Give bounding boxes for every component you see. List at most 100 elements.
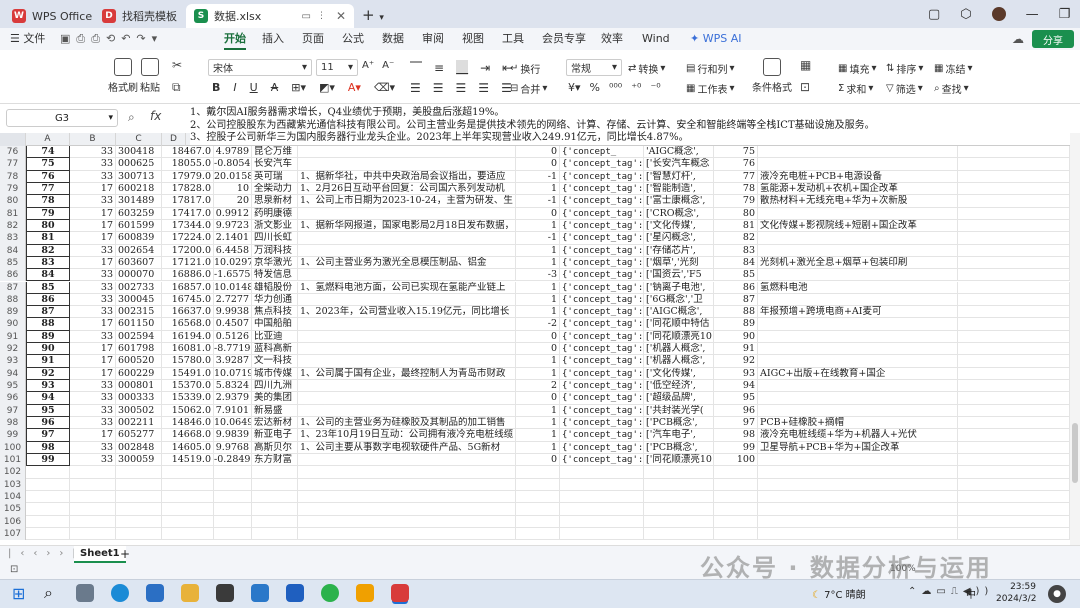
row-number[interactable]: 89 [0,306,26,319]
cell-style-icon[interactable]: ⊡ [800,80,810,94]
cell-col-i[interactable]: {'concept_tag': [560,158,644,171]
cell-col-l[interactable]: 氢能源+发动机+农机+国企改革 [758,182,958,196]
fill-button[interactable]: ▦ 填充 ▾ [838,61,876,76]
cell-col-e[interactable]: 2.1401 [214,232,252,245]
cell-col-g[interactable]: 1、公司主营业务为激光全息模压制品、铝金 [298,256,516,270]
menu-review[interactable]: 审阅 [422,28,444,50]
ime-indicator[interactable]: 中 [966,586,976,601]
cell-col-m[interactable] [958,182,1070,196]
cell-col-g[interactable]: 1、23年10月19日互动：公司拥有液冷充电桩线缆 [298,429,516,442]
column-header-d[interactable]: D [162,133,186,146]
cell-col-j[interactable]: 'AIGC概念', [644,146,714,159]
percent-icon[interactable]: % [590,81,600,94]
cell-col-j[interactable]: ['低空经济', [644,380,714,393]
windows-start-icon[interactable]: ⊞ [12,584,25,603]
increase-decimal-icon[interactable]: ⁺⁰ [631,81,641,94]
cell-col-e[interactable]: 0.4507 [214,318,252,331]
cell-col-f[interactable] [252,478,298,491]
cell-col-e[interactable]: 9.9839 [214,429,252,442]
cell-col-c[interactable] [116,478,162,491]
clear-format-icon[interactable]: ⌫▾ [374,81,395,94]
cell-col-j[interactable]: ['AIGC概念', [644,306,714,319]
cell-col-i[interactable] [560,490,644,504]
cell-col-k[interactable]: 97 [714,417,758,430]
cell-col-e[interactable]: 10.0297 [214,256,252,270]
cell-col-m[interactable] [958,380,1070,393]
pin-icon[interactable]: ⋮ [317,11,326,21]
cell-col-d[interactable] [162,527,214,541]
cell-col-h[interactable] [516,466,560,479]
cell-col-e[interactable]: 10.0649 [214,417,252,430]
cell-col-m[interactable] [958,244,1070,257]
cell-col-c[interactable]: 603259 [116,207,162,220]
cell-col-d[interactable]: 17344.0 [162,219,214,233]
cell-col-m[interactable] [958,318,1070,331]
cell-col-i[interactable]: {'concept_tag': [560,293,644,307]
row-number[interactable]: 93 [0,355,26,368]
row-number[interactable]: 84 [0,244,26,257]
wechat-icon[interactable] [321,584,339,602]
cell-col-l[interactable] [758,330,958,344]
cell-col-f[interactable]: 高斯贝尔 [252,441,298,454]
grow-font-icon[interactable]: A⁺ [362,60,374,71]
cell-col-d[interactable]: 16081.0 [162,343,214,356]
edge-browser-icon[interactable] [111,584,129,602]
cell-col-e[interactable] [214,478,252,491]
row-number[interactable]: 100 [0,441,26,454]
cell-col-g[interactable]: 1、公司的主营业务为硅橡胶及其制品的加工销售 [298,417,516,430]
cell-col-g[interactable] [298,355,516,368]
cell-col-i[interactable]: {'concept_tag': [560,429,644,442]
currency-icon[interactable]: ¥▾ [568,81,581,94]
cell-col-e[interactable]: 20 [214,195,252,208]
cell-col-b[interactable]: 33 [70,392,116,405]
cell-col-f[interactable]: 思泉新材 [252,195,298,208]
cell-col-g[interactable]: 1、公司主要从事数字电视软硬件产品、5G新材 [298,441,516,454]
cell-col-b[interactable]: 33 [70,293,116,307]
cell-col-e[interactable]: -0.8054 [214,158,252,171]
cell-col-k[interactable]: 100 [714,454,758,467]
file-menu[interactable]: ☰ 文件 [10,28,45,50]
cell-col-d[interactable]: 17979.0 [162,170,214,183]
cell-col-i[interactable]: {'concept_tag': [560,256,644,270]
cell-col-e[interactable]: -8.7719 [214,343,252,356]
cloud-icon[interactable]: ☁ [1012,32,1024,46]
cell-col-a[interactable]: 94 [26,392,70,405]
cell-col-f[interactable]: 特发信息 [252,269,298,282]
row-number[interactable]: 101 [0,454,26,467]
cell-col-a[interactable]: 93 [26,380,70,393]
tab-docer-templates[interactable]: D 找稻壳模板 [94,4,182,28]
cell-col-g[interactable] [298,392,516,405]
cell-col-c[interactable]: 600520 [116,355,162,368]
row-number[interactable]: 76 [0,146,26,159]
cell-col-k[interactable]: 79 [714,195,758,208]
column-header-c[interactable]: C [116,133,162,146]
cell-col-a[interactable]: 78 [26,195,70,208]
cell-col-j[interactable]: ['智慧灯杆', [644,170,714,183]
cell-col-i[interactable]: {'concept_tag': [560,232,644,245]
cell-col-g[interactable]: 1、公司上市日期为2023-10-24，主营为研发、生 [298,195,516,208]
wps-ai-button[interactable]: ✦ WPS AI [690,28,741,50]
cell-col-b[interactable]: 33 [70,158,116,171]
cell-col-l[interactable] [758,343,958,356]
cell-col-e[interactable]: 4.9789 [214,146,252,159]
cell-col-d[interactable]: 18467.0 [162,146,214,159]
cell-col-j[interactable] [644,466,714,479]
cell-col-i[interactable]: {'concept_tag': [560,318,644,331]
cell-col-i[interactable]: {'concept_tag': [560,182,644,196]
merge-button[interactable]: ⊟ 合并 ▾ [510,81,547,96]
cell-col-d[interactable]: 14519.0 [162,454,214,467]
cell-col-m[interactable] [958,515,1070,528]
cell-col-d[interactable]: 16886.0 [162,269,214,282]
cell-col-b[interactable]: 17 [70,256,116,270]
freeze-button[interactable]: ▦ 冻结 ▾ [934,61,972,76]
cell-col-f[interactable] [252,527,298,541]
cell-col-c[interactable] [116,490,162,504]
cell-col-i[interactable]: {'concept_tag': [560,367,644,381]
cell-col-m[interactable] [958,207,1070,220]
cell-col-g[interactable] [298,527,516,541]
cell-col-b[interactable] [70,478,116,491]
cell-col-k[interactable]: 84 [714,256,758,270]
sum-button[interactable]: Σ 求和 ▾ [838,81,873,96]
cell-col-l[interactable] [758,515,958,528]
cell-col-j[interactable] [644,515,714,528]
